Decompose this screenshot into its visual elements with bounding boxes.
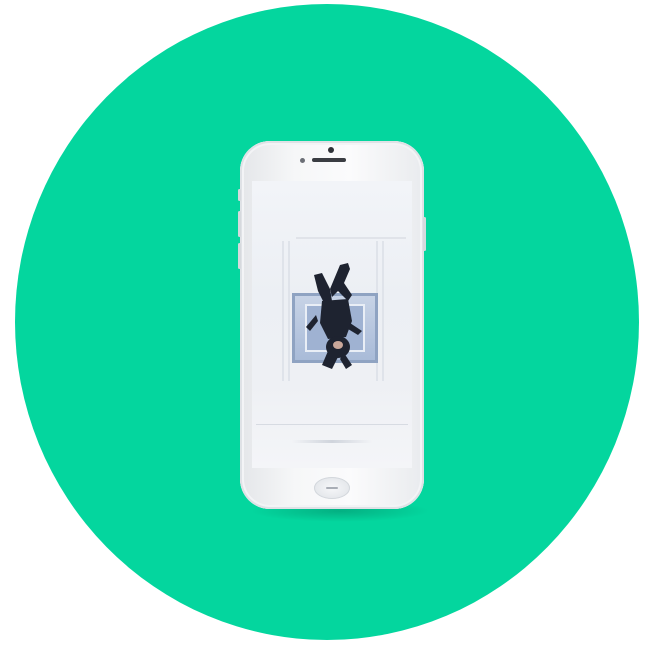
- screen-stripe: [288, 241, 290, 381]
- volume-down-button: [238, 243, 241, 269]
- front-camera-icon: [328, 147, 334, 153]
- sensor-icon: [300, 158, 305, 163]
- screen-divider-top: [296, 237, 406, 239]
- screen-caption-blur: [292, 440, 372, 443]
- home-button-icon: [314, 477, 350, 499]
- home-button-glint: [326, 487, 338, 489]
- person-illustration: [306, 263, 362, 369]
- screen-stripe: [282, 241, 284, 381]
- phone-screen: [252, 181, 412, 468]
- screen-divider-bottom: [256, 424, 408, 425]
- mute-switch: [238, 189, 241, 201]
- screen-stripe: [382, 241, 384, 381]
- smartphone-icon: [238, 141, 426, 509]
- power-button: [423, 217, 426, 251]
- stage: [0, 0, 651, 646]
- volume-up-button: [238, 211, 241, 237]
- earpiece-icon: [312, 158, 346, 162]
